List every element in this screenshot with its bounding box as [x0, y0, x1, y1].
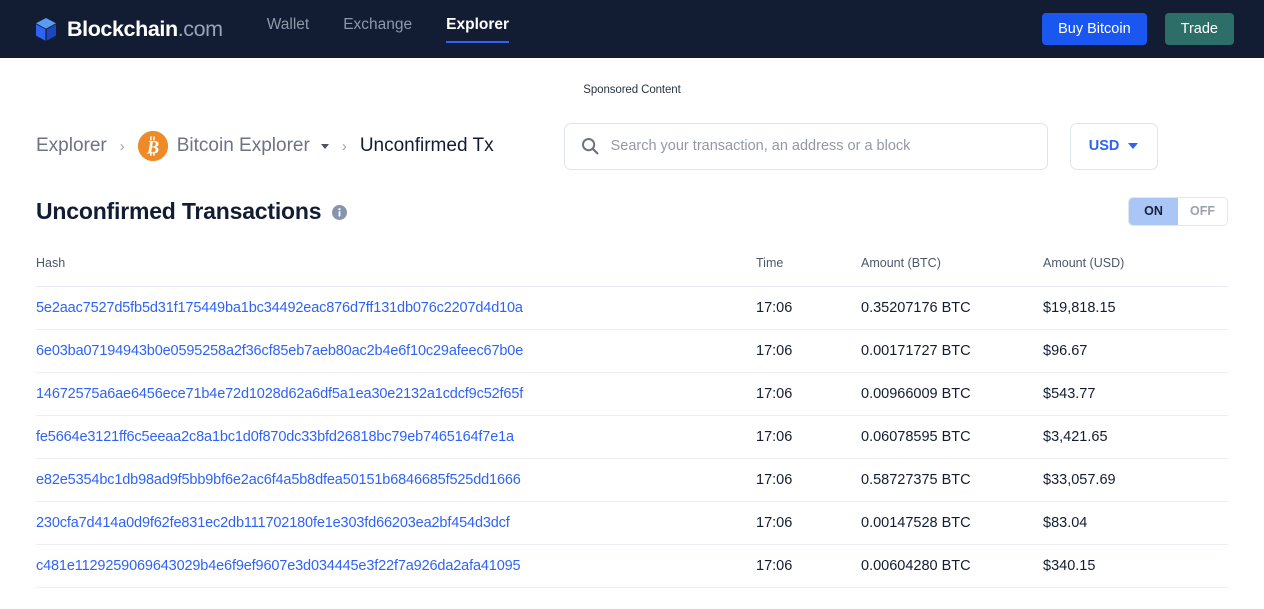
search-box[interactable] — [563, 122, 1048, 170]
breadcrumb: Explorer › B Bitcoin Explorer › Unconfir… — [36, 131, 494, 161]
page-title: Unconfirmed Transactions — [36, 197, 322, 224]
transaction-hash-link[interactable]: c481e1129259069643029b4e6f9ef9607e3d0344… — [36, 558, 521, 574]
transaction-hash-link[interactable]: 5e2aac7527d5fb5d31f175449ba1bc34492eac87… — [36, 300, 523, 316]
cell-hash: 5e2aac7527d5fb5d31f175449ba1bc34492eac87… — [36, 286, 756, 330]
unconfirmed-transactions-table: Hash Time Amount (BTC) Amount (USD) 5e2a… — [36, 256, 1228, 588]
trade-button[interactable]: Trade — [1164, 13, 1234, 45]
cell-amount-btc: 0.00604280 BTC — [861, 544, 1043, 588]
column-header-time: Time — [756, 256, 861, 287]
cell-amount-usd: $543.77 — [1043, 372, 1228, 416]
toggle-option-on[interactable]: ON — [1129, 197, 1178, 225]
breadcrumb-separator-icon-2: › — [341, 137, 347, 155]
breadcrumb-and-search-row: Explorer › B Bitcoin Explorer › Unconfir… — [36, 122, 1228, 170]
table-header-row: Hash Time Amount (BTC) Amount (USD) — [36, 256, 1228, 287]
nav-link-exchange[interactable]: Exchange — [343, 16, 412, 43]
table-row: 230cfa7d414a0d9f62fe831ec2db111702180fe1… — [36, 501, 1228, 545]
currency-selector[interactable]: USD — [1069, 122, 1158, 170]
table-header: Hash Time Amount (BTC) Amount (USD) — [36, 256, 1228, 287]
cell-amount-usd: $33,057.69 — [1043, 458, 1228, 502]
cell-time: 17:06 — [756, 501, 861, 545]
table-row: 14672575a6ae6456ece71b4e72d1028d62a6df5a… — [36, 372, 1228, 416]
breadcrumb-item-explorer[interactable]: Explorer — [36, 135, 107, 157]
breadcrumb-item-bitcoin-explorer[interactable]: B Bitcoin Explorer — [137, 131, 329, 161]
search-input[interactable] — [610, 138, 1031, 154]
cell-amount-btc: 0.00171727 BTC — [861, 329, 1043, 373]
live-updates-toggle[interactable]: ON OFF — [1128, 196, 1228, 226]
table-row: 6e03ba07194943b0e0595258a2f36cf85eb7aeb8… — [36, 329, 1228, 373]
table-row: c481e1129259069643029b4e6f9ef9607e3d0344… — [36, 544, 1228, 588]
cell-hash: e82e5354bc1db98ad9f5bb9bf6e2ac6f4a5b8dfe… — [36, 458, 756, 502]
bitcoin-icon: B — [137, 131, 168, 161]
cell-amount-usd: $340.15 — [1043, 544, 1228, 588]
cell-amount-btc: 0.00966009 BTC — [861, 372, 1043, 416]
cell-hash: c481e1129259069643029b4e6f9ef9607e3d0344… — [36, 544, 756, 588]
breadcrumb-item-current: Unconfirmed Tx — [359, 135, 494, 156]
cell-time: 17:06 — [756, 286, 861, 330]
primary-nav-links: Wallet Exchange Explorer — [267, 16, 509, 43]
column-header-amount-usd: Amount (USD) — [1043, 256, 1228, 287]
svg-text:B: B — [146, 138, 159, 158]
breadcrumb-chain-label: Bitcoin Explorer — [176, 135, 310, 156]
cell-time: 17:06 — [756, 372, 861, 416]
page-content: Explorer › B Bitcoin Explorer › Unconfir… — [0, 122, 1264, 588]
cell-hash: 14672575a6ae6456ece71b4e72d1028d62a6df5a… — [36, 372, 756, 416]
brand-name-secondary: .com — [177, 16, 223, 41]
table-row: e82e5354bc1db98ad9f5bb9bf6e2ac6f4a5b8dfe… — [36, 458, 1228, 502]
table-row: 5e2aac7527d5fb5d31f175449ba1bc34492eac87… — [36, 286, 1228, 330]
transaction-hash-link[interactable]: e82e5354bc1db98ad9f5bb9bf6e2ac6f4a5b8dfe… — [36, 472, 521, 488]
blockchain-cube-icon — [34, 17, 58, 42]
cell-amount-usd: $83.04 — [1043, 501, 1228, 545]
cell-time: 17:06 — [756, 544, 861, 588]
brand-name-primary: Blockchain — [67, 16, 178, 41]
cell-amount-btc: 0.00147528 BTC — [861, 501, 1043, 545]
nav-action-buttons: Buy Bitcoin Trade — [1042, 13, 1234, 45]
transaction-hash-link[interactable]: 230cfa7d414a0d9f62fe831ec2db111702180fe1… — [36, 515, 510, 531]
sponsored-content-label: Sponsored Content — [583, 84, 681, 96]
breadcrumb-separator-icon: › — [119, 137, 125, 155]
cell-time: 17:06 — [756, 458, 861, 502]
page-title-row: Unconfirmed Transactions ON OFF — [36, 194, 1228, 228]
cell-amount-btc: 0.35207176 BTC — [861, 286, 1043, 330]
brand-logo-link[interactable]: Blockchain.com — [34, 17, 223, 42]
transaction-hash-link[interactable]: 6e03ba07194943b0e0595258a2f36cf85eb7aeb8… — [36, 343, 523, 359]
cell-amount-usd: $3,421.65 — [1043, 415, 1228, 459]
info-icon[interactable] — [332, 205, 348, 220]
cell-time: 17:06 — [756, 329, 861, 373]
cell-hash: 230cfa7d414a0d9f62fe831ec2db111702180fe1… — [36, 501, 756, 545]
transaction-hash-link[interactable]: fe5664e3121ff6c5eeaa2c8a1bc1d0f870dc33bf… — [36, 429, 514, 445]
column-header-hash: Hash — [36, 256, 756, 287]
nav-link-explorer[interactable]: Explorer — [446, 16, 509, 43]
cell-hash: fe5664e3121ff6c5eeaa2c8a1bc1d0f870dc33bf… — [36, 415, 756, 459]
chevron-down-icon — [320, 143, 329, 149]
cell-amount-btc: 0.58727375 BTC — [861, 458, 1043, 502]
brand-wordmark: Blockchain.com — [67, 17, 223, 42]
cell-hash: 6e03ba07194943b0e0595258a2f36cf85eb7aeb8… — [36, 329, 756, 373]
nav-link-wallet[interactable]: Wallet — [267, 16, 310, 43]
table-row: fe5664e3121ff6c5eeaa2c8a1bc1d0f870dc33bf… — [36, 415, 1228, 459]
cell-amount-usd: $19,818.15 — [1043, 286, 1228, 330]
transaction-hash-link[interactable]: 14672575a6ae6456ece71b4e72d1028d62a6df5a… — [36, 386, 523, 402]
chevron-down-icon — [1128, 143, 1139, 149]
search-icon — [581, 137, 599, 155]
table-body: 5e2aac7527d5fb5d31f175449ba1bc34492eac87… — [36, 286, 1228, 588]
top-navigation-bar: Blockchain.com Wallet Exchange Explorer … — [0, 0, 1264, 58]
column-header-amount-btc: Amount (BTC) — [861, 256, 1043, 287]
currency-selected-label: USD — [1088, 138, 1120, 154]
buy-bitcoin-button[interactable]: Buy Bitcoin — [1042, 13, 1147, 45]
toggle-option-off[interactable]: OFF — [1178, 197, 1227, 225]
cell-time: 17:06 — [756, 415, 861, 459]
cell-amount-btc: 0.06078595 BTC — [861, 415, 1043, 459]
cell-amount-usd: $96.67 — [1043, 329, 1228, 373]
